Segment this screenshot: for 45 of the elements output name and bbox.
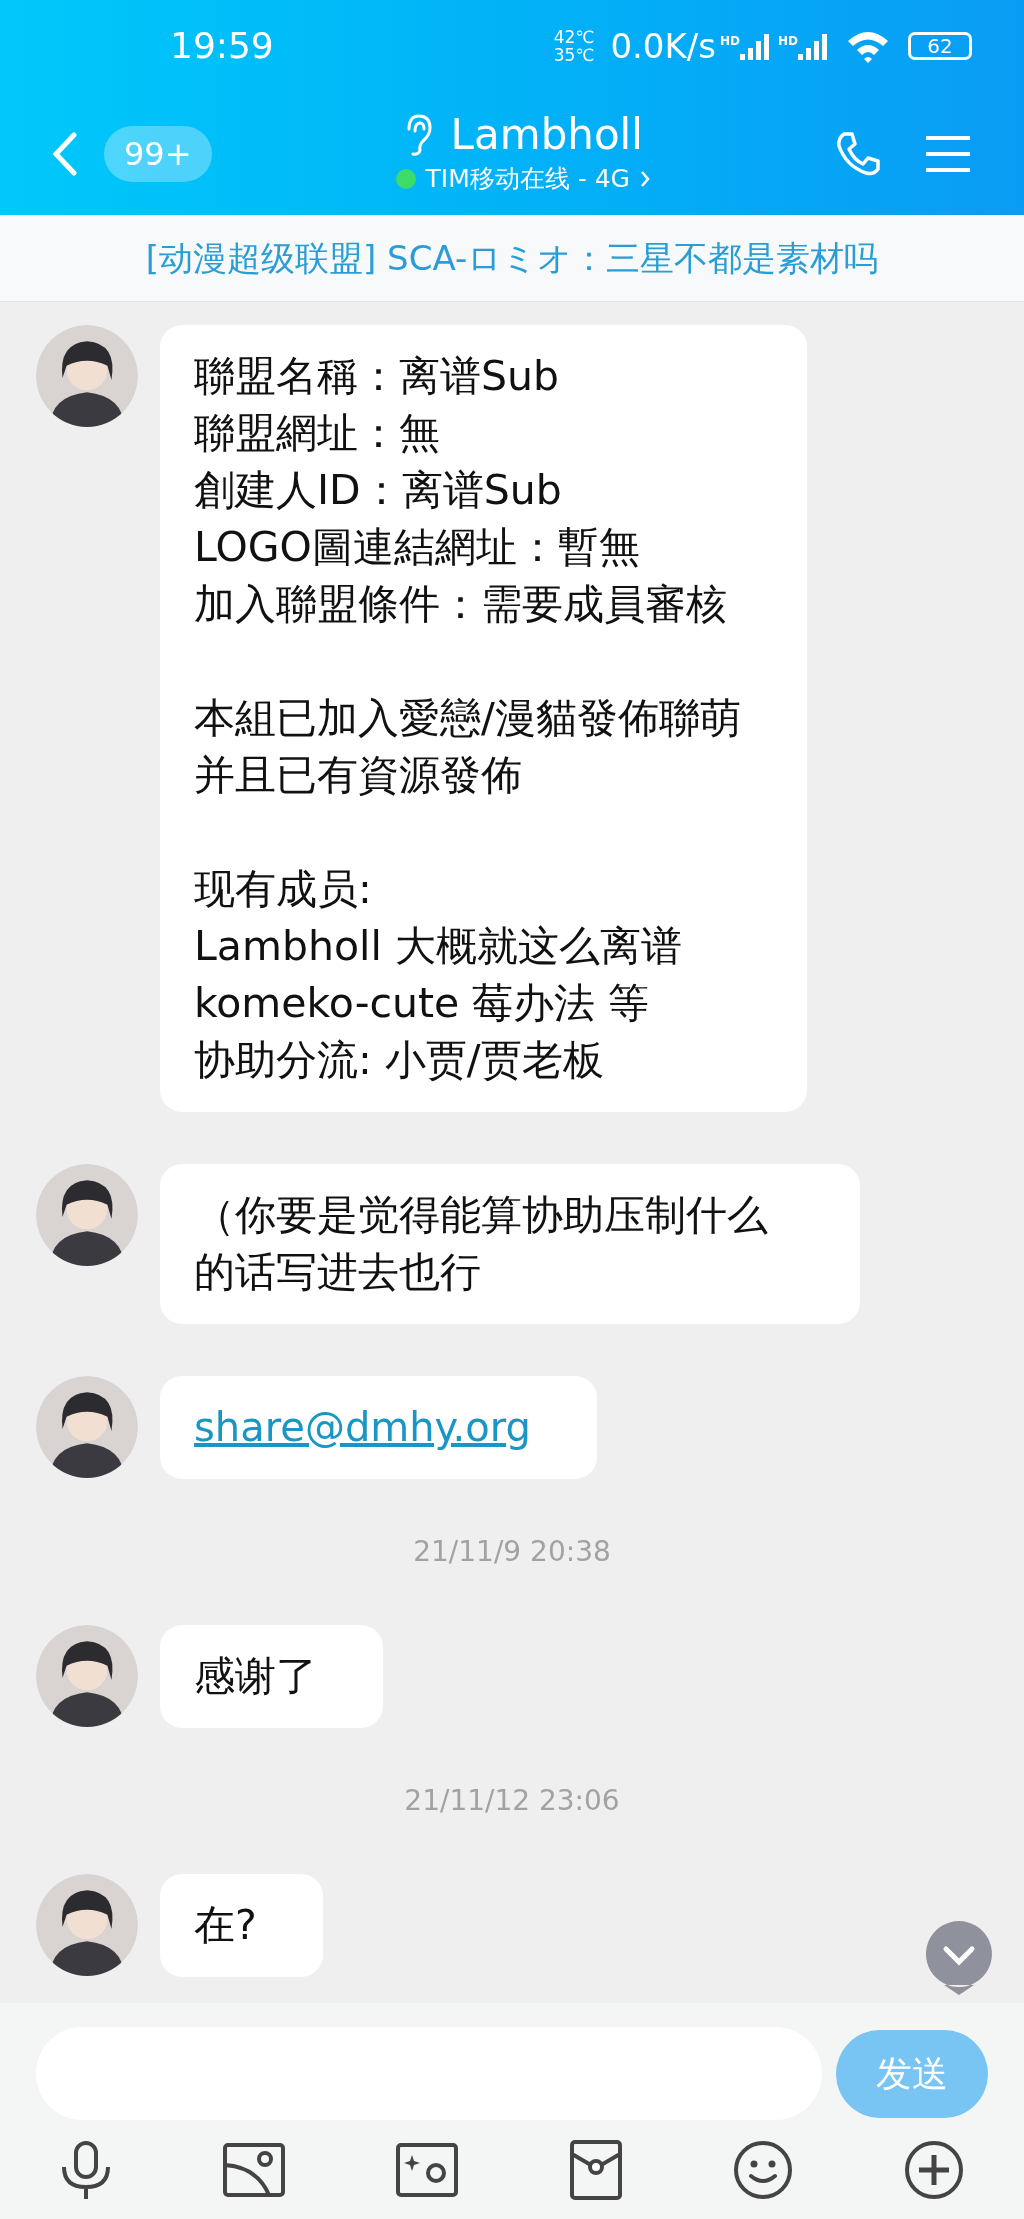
timestamp: 21/11/9 20:38 (413, 1534, 611, 1570)
microphone-icon[interactable] (60, 2140, 112, 2199)
message-text: 并且已有資源發佈 (194, 750, 523, 801)
send-button[interactable]: 发送 (836, 2029, 988, 2118)
message-text: Lambholl 大概就这么离谱 (194, 921, 683, 972)
avatar[interactable] (36, 1874, 138, 1976)
hd-label: HD (778, 33, 798, 50)
message-text: komeko-cute 莓办法 等 (194, 978, 651, 1029)
message-text: 现有成员: (194, 864, 373, 915)
image-icon[interactable] (223, 2142, 286, 2197)
phone-icon[interactable] (834, 129, 882, 178)
wifi-icon (846, 29, 890, 63)
scroll-down-icon[interactable] (924, 1919, 994, 1995)
message-text: 感谢了 (194, 1651, 317, 1702)
envelope-icon[interactable] (569, 2139, 622, 2200)
pinned-banner[interactable]: [动漫超级联盟] SCA-ロミオ：三星不都是素材吗 (0, 215, 1024, 302)
camera-icon[interactable] (396, 2142, 459, 2197)
avatar[interactable] (36, 1164, 138, 1266)
avatar[interactable] (36, 1376, 138, 1478)
message-text: 聯盟名稱：离谱Sub (194, 351, 561, 402)
online-status[interactable]: TIM移动在线 - 4G (425, 159, 630, 198)
network-speed: 0.0K/s (610, 24, 716, 68)
clock-time: 19:59 (170, 24, 274, 68)
contact-name: Lambholl (450, 109, 643, 160)
avatar[interactable] (36, 1625, 138, 1727)
hd-label: HD (719, 33, 740, 50)
message-text: （你要是觉得能算协助压制什么的话写进去也行 (194, 1190, 769, 1298)
message-text: 协助分流: 小贾/贾老板 (194, 1035, 605, 1086)
avatar[interactable] (36, 325, 138, 427)
temperature-reading: 42℃ (553, 28, 595, 46)
timestamp: 21/11/12 23:06 (404, 1783, 620, 1819)
unread-badge[interactable]: 99+ (104, 125, 212, 182)
message-text: 加入聯盟條件：需要成員審核 (194, 579, 728, 630)
chevron-icon[interactable] (639, 169, 650, 188)
message-text: 在? (194, 1900, 257, 1951)
message-text: LOGO圖連結網址：暫無 (194, 522, 641, 573)
plus-icon[interactable] (903, 2139, 964, 2200)
email-link[interactable]: share@dmhy.org (194, 1399, 531, 1456)
message-text: 本組已加入愛戀/漫貓發佈聯萌 (194, 693, 741, 744)
battery-indicator: 62 (908, 32, 972, 60)
menu-icon[interactable] (924, 133, 972, 174)
message-text: 創建人ID：离谱Sub (194, 465, 563, 516)
smiley-icon[interactable] (732, 2139, 793, 2200)
temperature-reading: 35℃ (553, 46, 595, 64)
message-text: 聯盟網址：無 (194, 408, 441, 459)
